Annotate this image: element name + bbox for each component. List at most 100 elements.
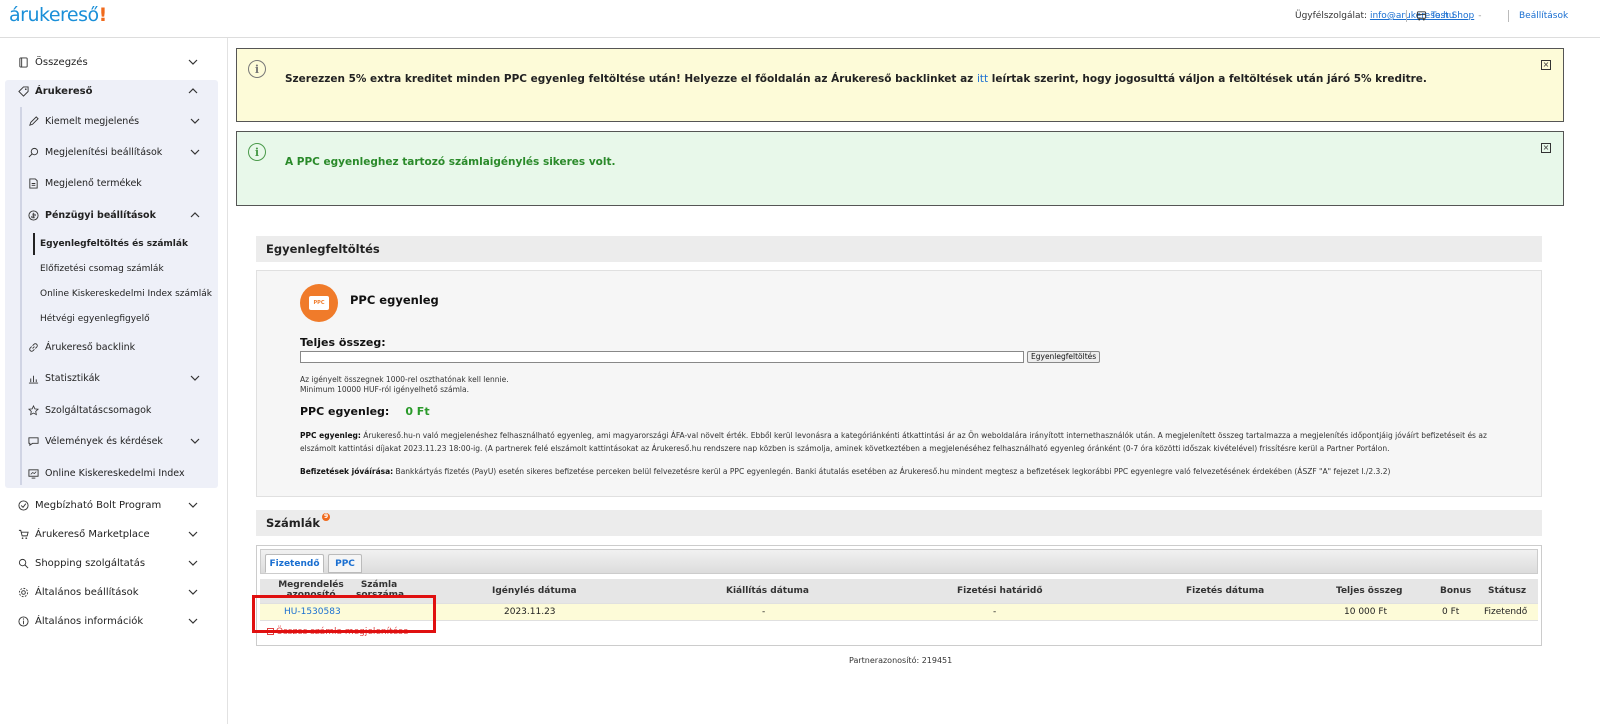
sidebar-item-balance-invoices[interactable]: Egyenlegfeltöltés és számlák [40,233,188,255]
document-icon [28,177,39,189]
sidebar-item-weekend-monitor[interactable]: Hétvégi egyenlegfigyelő [40,308,150,330]
summary-icon [17,56,29,68]
col-request-date[interactable]: Igénylés dátuma [492,586,577,596]
ppc-title: PPC egyenleg [350,293,439,307]
ppc-balance-description: PPC egyenleg: Árukereső.hu-n való megjel… [300,431,1487,453]
sidebar: Összegzés Árukereső Kiemelt megjelenés M… [0,38,228,724]
sidebar-item-trusted-shop[interactable]: Megbízható Bolt Program [0,491,218,519]
check-circle-icon [17,499,29,511]
success-notice: i A PPC egyenleghez tartozó számlaigényl… [236,131,1564,206]
shop-name-link[interactable]: Test Shop [1431,11,1474,21]
total-amount-input[interactable] [300,351,1024,363]
col-issue-date[interactable]: Kiállítás dátuma [726,586,809,596]
status-cell: Fizetendő [1484,607,1528,617]
sidebar-item-marketplace[interactable]: Árukereső Marketplace [0,520,218,548]
total-cell: 10 000 Ft [1344,607,1388,617]
invoices-section-title: Számlák 9 [256,510,1542,536]
invoices-count-badge: 9 [322,513,331,521]
sidebar-item-subscription-invoices[interactable]: Előfizetési csomag számlák [40,258,164,280]
chevron-down-icon [190,149,200,155]
chevron-down-icon [188,531,198,537]
close-icon[interactable]: × [1541,143,1551,153]
sidebar-item-summary[interactable]: Összegzés [0,48,218,76]
sidebar-item-products[interactable]: Megjelenő termékek [20,169,218,197]
sidebar-item-service-packages[interactable]: Szolgáltatáscsomagok [20,396,218,424]
settings-link[interactable]: Beállítások [1519,11,1568,21]
total-amount-label: Teljes összeg: [300,336,386,349]
ppc-wallet-icon: PPC [300,284,338,322]
highlight-annotation-box [252,595,436,633]
chat-icon [28,436,39,447]
sidebar-item-finance[interactable]: Pénzügyi beállítások [20,201,218,229]
cart-icon [17,528,29,540]
backlink-promo-notice: i Szerezzen 5% extra kreditet minden PPC… [236,48,1564,122]
gear-icon [17,586,29,598]
search-settings-icon [28,147,39,158]
issue-date-cell: - [762,607,766,617]
hint-divisible: Az igényelt összegnek 1000-rel oszthatón… [300,375,509,384]
active-indicator [33,233,35,255]
sidebar-item-general-info[interactable]: Általános információk [0,607,218,635]
partner-id: Partnerazonosító: 219451 [849,656,953,665]
sidebar-item-reviews[interactable]: Vélemények és kérdések [20,427,218,455]
balance-panel: PPC PPC egyenleg Teljes összeg: Egyenleg… [256,270,1542,497]
chevron-down-icon [188,59,198,65]
success-message: A PPC egyenleghez tartozó számlaigénylés… [285,156,616,168]
table-row: HU-1530583 2023.11.23 - - 10 000 Ft 0 Ft… [260,603,1538,621]
sidebar-item-featured[interactable]: Kiemelt megjelenés [20,107,218,135]
ppc-balance-amount: 0 Ft [405,405,430,418]
sidebar-item-general-settings[interactable]: Általános beállítások [0,578,218,606]
money-icon [28,209,39,221]
balance-section-title: Egyenlegfeltöltés [256,236,1542,262]
tab-ppc[interactable]: PPC [328,554,362,573]
header-divider [1406,10,1407,22]
col-due-date[interactable]: Fizetési határidő [957,586,1043,596]
ppc-balance: PPC egyenleg: 0 Ft [300,405,430,418]
col-total[interactable]: Teljes összeg [1336,586,1403,596]
invoice-table-header: Megrendelés azonosító Számla sorszáma Ig… [260,579,1538,603]
sidebar-item-oki[interactable]: Online Kiskereskedelmi Index [20,459,218,487]
promo-message: Szerezzen 5% extra kreditet minden PPC e… [285,73,1427,85]
search-icon [17,557,29,569]
tab-payable[interactable]: Fizetendő [265,554,324,573]
index-icon [28,468,39,479]
sidebar-item-backlink[interactable]: Árukereső backlink [20,333,218,361]
payment-crediting-description: Befizetések jóváírása: Bankkártyás fizet… [300,467,1391,476]
request-date-cell: 2023.11.23 [504,607,556,617]
info-icon: i [248,143,266,161]
invoice-tabs: Fizetendő PPC [260,549,1538,574]
hint-minimum: Minimum 10000 HUF-ról igényelhető számla… [300,385,469,394]
chevron-down-icon [190,118,200,124]
link-icon [28,342,39,353]
col-payment-date[interactable]: Fizetés dátuma [1186,586,1264,596]
sidebar-item-arukereso[interactable]: Árukereső [0,77,218,105]
topup-button[interactable]: Egyenlegfeltöltés [1027,351,1101,363]
shop-selector[interactable]: Test Shop - [1431,11,1481,21]
star-icon [28,404,39,416]
close-icon[interactable]: × [1541,60,1551,70]
sidebar-item-shopping[interactable]: Shopping szolgáltatás [0,549,218,577]
chevron-down-icon [190,438,200,444]
top-header: árukereső! Ügyfélszolgálat: info@arukere… [0,0,1600,38]
info-icon [17,615,29,627]
shop-icon [1416,10,1427,24]
chevron-down-icon [188,589,198,595]
chevron-up-icon [190,212,200,218]
chevron-down-icon [190,375,200,381]
col-status[interactable]: Státusz [1488,586,1526,596]
chevron-down-icon [188,560,198,566]
tag-icon [17,85,29,97]
backlink-info-link[interactable]: itt [977,73,988,85]
sidebar-item-statistics[interactable]: Statisztikák [20,364,218,392]
settings-area: Beállítások [1519,11,1568,21]
col-bonus[interactable]: Bonus [1440,586,1471,596]
bonus-cell: 0 Ft [1442,607,1460,617]
header-divider [1508,10,1509,22]
sidebar-item-oki-invoices[interactable]: Online Kiskereskedelmi Index számlák [40,283,212,305]
chevron-down-icon [188,618,198,624]
chart-icon [28,373,39,384]
due-date-cell: - [993,607,997,617]
sidebar-item-display-settings[interactable]: Megjelenítési beállítások [20,138,218,166]
pen-icon [28,115,39,127]
arukereso-logo[interactable]: árukereső! [9,4,107,26]
